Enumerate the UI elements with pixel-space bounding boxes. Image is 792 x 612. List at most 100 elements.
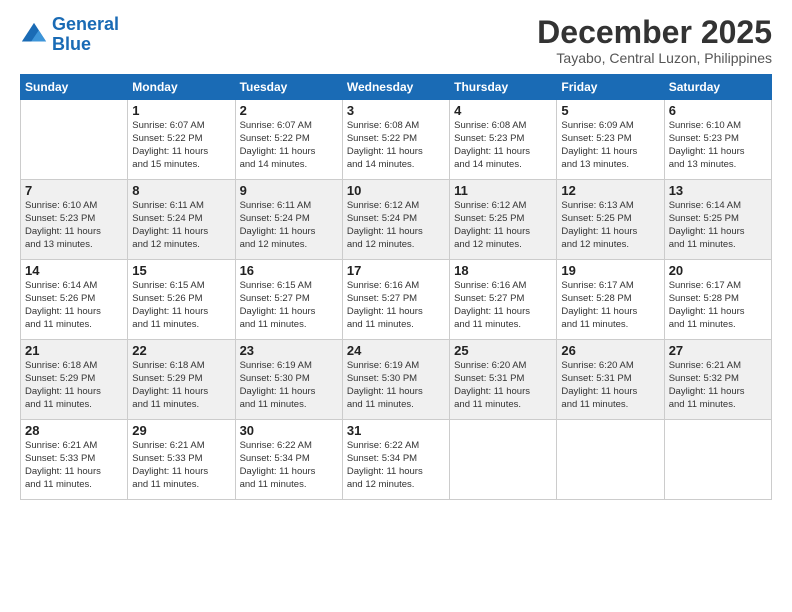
calendar-cell: 5Sunrise: 6:09 AMSunset: 5:23 PMDaylight…	[557, 100, 664, 180]
day-number: 19	[561, 263, 659, 278]
day-info: Sunrise: 6:13 AMSunset: 5:25 PMDaylight:…	[561, 200, 659, 251]
day-number: 30	[240, 423, 338, 438]
day-info: Sunrise: 6:08 AMSunset: 5:22 PMDaylight:…	[347, 120, 445, 171]
day-info: Sunrise: 6:21 AMSunset: 5:33 PMDaylight:…	[132, 440, 230, 491]
col-header-thursday: Thursday	[450, 75, 557, 100]
day-info: Sunrise: 6:10 AMSunset: 5:23 PMDaylight:…	[669, 120, 767, 171]
day-number: 27	[669, 343, 767, 358]
calendar-cell: 8 Sunrise: 6:11 AMSunset: 5:24 PMDaylight…	[128, 180, 235, 260]
page: General Blue December 2025 Tayabo, Centr…	[0, 0, 792, 612]
calendar-week-row: 14 Sunrise: 6:14 AMSunset: 5:26 PMDayligh…	[21, 260, 772, 340]
calendar-week-row: 21Sunrise: 6:18 AMSunset: 5:29 PMDayligh…	[21, 340, 772, 420]
calendar-header-row: SundayMondayTuesdayWednesdayThursdayFrid…	[21, 75, 772, 100]
day-info: Sunrise: 6:22 AMSunset: 5:34 PMDaylight:…	[240, 440, 338, 491]
day-info: Sunrise: 6:08 AMSunset: 5:23 PMDaylight:…	[454, 120, 552, 171]
day-info: Sunrise: 6:12 AMSunset: 5:25 PMDaylight:…	[454, 200, 552, 251]
calendar-cell: 25 Sunrise: 6:20 AMSunset: 5:31 PMDayligh…	[450, 340, 557, 420]
calendar-cell: 2 Sunrise: 6:07 AMSunset: 5:22 PMDaylight…	[235, 100, 342, 180]
logo-general: General	[52, 14, 119, 34]
calendar-cell: 29 Sunrise: 6:21 AMSunset: 5:33 PMDayligh…	[128, 420, 235, 500]
day-number: 29	[132, 423, 230, 438]
day-number: 25	[454, 343, 552, 358]
day-info: Sunrise: 6:10 AMSunset: 5:23 PMDaylight:…	[25, 200, 123, 251]
calendar-cell: 28 Sunrise: 6:21 AMSunset: 5:33 PMDayligh…	[21, 420, 128, 500]
calendar-cell: 10Sunrise: 6:12 AMSunset: 5:24 PMDayligh…	[342, 180, 449, 260]
day-info: Sunrise: 6:15 AMSunset: 5:26 PMDaylight:…	[132, 280, 230, 331]
day-info: Sunrise: 6:15 AMSunset: 5:27 PMDaylight:…	[240, 280, 338, 331]
day-info: Sunrise: 6:16 AMSunset: 5:27 PMDaylight:…	[347, 280, 445, 331]
day-info: Sunrise: 6:21 AMSunset: 5:32 PMDaylight:…	[669, 360, 767, 411]
calendar-cell	[557, 420, 664, 500]
day-number: 1	[132, 103, 230, 118]
logo-blue: Blue	[52, 34, 91, 54]
day-info: Sunrise: 6:07 AMSunset: 5:22 PMDaylight:…	[132, 120, 230, 171]
day-number: 2	[240, 103, 338, 118]
calendar-cell: 13Sunrise: 6:14 AMSunset: 5:25 PMDayligh…	[664, 180, 771, 260]
calendar-cell: 14 Sunrise: 6:14 AMSunset: 5:26 PMDayligh…	[21, 260, 128, 340]
calendar-cell: 11 Sunrise: 6:12 AMSunset: 5:25 PMDayligh…	[450, 180, 557, 260]
calendar-cell: 24 Sunrise: 6:19 AMSunset: 5:30 PMDayligh…	[342, 340, 449, 420]
day-info: Sunrise: 6:21 AMSunset: 5:33 PMDaylight:…	[25, 440, 123, 491]
day-number: 15	[132, 263, 230, 278]
calendar-cell	[450, 420, 557, 500]
logo-text: General Blue	[52, 15, 119, 55]
day-info: Sunrise: 6:11 AMSunset: 5:24 PMDaylight:…	[132, 200, 230, 251]
calendar-cell: 16Sunrise: 6:15 AMSunset: 5:27 PMDayligh…	[235, 260, 342, 340]
day-info: Sunrise: 6:09 AMSunset: 5:23 PMDaylight:…	[561, 120, 659, 171]
calendar-cell: 27 Sunrise: 6:21 AMSunset: 5:32 PMDayligh…	[664, 340, 771, 420]
day-info: Sunrise: 6:19 AMSunset: 5:30 PMDaylight:…	[240, 360, 338, 411]
header: General Blue December 2025 Tayabo, Centr…	[20, 15, 772, 66]
calendar-cell: 6 Sunrise: 6:10 AMSunset: 5:23 PMDaylight…	[664, 100, 771, 180]
day-info: Sunrise: 6:20 AMSunset: 5:31 PMDaylight:…	[561, 360, 659, 411]
day-info: Sunrise: 6:17 AMSunset: 5:28 PMDaylight:…	[561, 280, 659, 331]
day-number: 28	[25, 423, 123, 438]
day-number: 6	[669, 103, 767, 118]
calendar-cell: 17 Sunrise: 6:16 AMSunset: 5:27 PMDayligh…	[342, 260, 449, 340]
calendar-cell: 15 Sunrise: 6:15 AMSunset: 5:26 PMDayligh…	[128, 260, 235, 340]
day-info: Sunrise: 6:18 AMSunset: 5:29 PMDaylight:…	[132, 360, 230, 411]
day-number: 13	[669, 183, 767, 198]
day-info: Sunrise: 6:19 AMSunset: 5:30 PMDaylight:…	[347, 360, 445, 411]
calendar-cell: 12 Sunrise: 6:13 AMSunset: 5:25 PMDayligh…	[557, 180, 664, 260]
day-number: 10	[347, 183, 445, 198]
day-number: 3	[347, 103, 445, 118]
day-number: 4	[454, 103, 552, 118]
calendar-cell: 18Sunrise: 6:16 AMSunset: 5:27 PMDayligh…	[450, 260, 557, 340]
col-header-sunday: Sunday	[21, 75, 128, 100]
calendar-week-row: 7Sunrise: 6:10 AMSunset: 5:23 PMDaylight…	[21, 180, 772, 260]
day-number: 20	[669, 263, 767, 278]
day-number: 12	[561, 183, 659, 198]
day-number: 14	[25, 263, 123, 278]
col-header-saturday: Saturday	[664, 75, 771, 100]
col-header-friday: Friday	[557, 75, 664, 100]
calendar-week-row: 1 Sunrise: 6:07 AMSunset: 5:22 PMDaylight…	[21, 100, 772, 180]
calendar-cell	[664, 420, 771, 500]
day-number: 8	[132, 183, 230, 198]
calendar-cell: 30 Sunrise: 6:22 AMSunset: 5:34 PMDayligh…	[235, 420, 342, 500]
calendar-cell: 21Sunrise: 6:18 AMSunset: 5:29 PMDayligh…	[21, 340, 128, 420]
calendar-cell: 23Sunrise: 6:19 AMSunset: 5:30 PMDayligh…	[235, 340, 342, 420]
day-number: 18	[454, 263, 552, 278]
calendar-table: SundayMondayTuesdayWednesdayThursdayFrid…	[20, 74, 772, 500]
day-number: 24	[347, 343, 445, 358]
col-header-wednesday: Wednesday	[342, 75, 449, 100]
logo-icon	[20, 21, 48, 49]
calendar-cell: 22Sunrise: 6:18 AMSunset: 5:29 PMDayligh…	[128, 340, 235, 420]
day-info: Sunrise: 6:18 AMSunset: 5:29 PMDaylight:…	[25, 360, 123, 411]
day-info: Sunrise: 6:17 AMSunset: 5:28 PMDaylight:…	[669, 280, 767, 331]
calendar-cell: 19 Sunrise: 6:17 AMSunset: 5:28 PMDayligh…	[557, 260, 664, 340]
day-number: 17	[347, 263, 445, 278]
calendar-cell: 26Sunrise: 6:20 AMSunset: 5:31 PMDayligh…	[557, 340, 664, 420]
calendar-cell	[21, 100, 128, 180]
day-info: Sunrise: 6:07 AMSunset: 5:22 PMDaylight:…	[240, 120, 338, 171]
day-number: 9	[240, 183, 338, 198]
day-info: Sunrise: 6:20 AMSunset: 5:31 PMDaylight:…	[454, 360, 552, 411]
col-header-tuesday: Tuesday	[235, 75, 342, 100]
calendar-cell: 31Sunrise: 6:22 AMSunset: 5:34 PMDayligh…	[342, 420, 449, 500]
day-number: 11	[454, 183, 552, 198]
day-number: 31	[347, 423, 445, 438]
day-info: Sunrise: 6:14 AMSunset: 5:26 PMDaylight:…	[25, 280, 123, 331]
calendar-cell: 7Sunrise: 6:10 AMSunset: 5:23 PMDaylight…	[21, 180, 128, 260]
calendar-week-row: 28 Sunrise: 6:21 AMSunset: 5:33 PMDayligh…	[21, 420, 772, 500]
month-title: December 2025	[537, 15, 772, 50]
